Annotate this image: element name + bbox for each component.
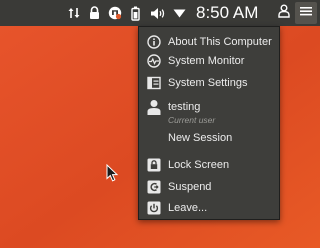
mouse-pointer-icon xyxy=(106,163,119,187)
menu-item-system-monitor[interactable]: System Monitor xyxy=(139,51,279,71)
top-panel: 8:50 AM xyxy=(0,0,320,26)
menu-icon xyxy=(300,4,312,22)
user-icon xyxy=(278,4,290,23)
settings-icon xyxy=(146,75,162,91)
menu-item-label: About This Computer xyxy=(168,36,272,48)
dropdown-arrow-icon[interactable] xyxy=(172,3,186,23)
user-avatar-icon xyxy=(146,99,162,115)
user-name: testing xyxy=(168,101,201,113)
menu-item-label: System Settings xyxy=(168,77,248,89)
power-icon xyxy=(146,200,162,216)
session-menu-button[interactable] xyxy=(295,2,317,24)
menu-item-label: New Session xyxy=(168,132,233,144)
menu-item-label: Leave... xyxy=(168,202,208,214)
menu-item-about[interactable]: About This Computer xyxy=(139,32,279,52)
lock-screen-icon xyxy=(146,157,162,173)
user-status: Current user xyxy=(168,115,216,125)
volume-icon[interactable] xyxy=(150,3,166,23)
menu-item-lock-screen[interactable]: Lock Screen xyxy=(139,155,279,175)
suspend-icon xyxy=(146,179,162,195)
menu-item-new-session[interactable]: New Session xyxy=(139,128,279,148)
clock[interactable]: 8:50 AM xyxy=(196,3,258,23)
menu-item-label: Lock Screen xyxy=(168,159,230,171)
menu-item-system-settings[interactable]: System Settings xyxy=(139,73,279,93)
menu-item-label: Suspend xyxy=(168,181,212,193)
menu-item-suspend[interactable]: Suspend xyxy=(139,177,279,197)
battery-icon[interactable] xyxy=(129,3,141,23)
menu-item-label: System Monitor xyxy=(168,55,245,67)
user-menu-button[interactable] xyxy=(273,2,295,24)
menu-item-leave[interactable]: Leave... xyxy=(139,198,279,218)
network-transfer-icon[interactable] xyxy=(68,3,80,23)
lock-icon[interactable] xyxy=(88,3,100,23)
info-icon xyxy=(146,34,162,50)
keyboard-input-icon[interactable] xyxy=(108,3,122,23)
system-monitor-icon xyxy=(146,53,162,69)
session-menu: About This Computer System Monitor Syste… xyxy=(138,26,280,220)
menu-item-current-user[interactable]: testing xyxy=(139,97,279,117)
